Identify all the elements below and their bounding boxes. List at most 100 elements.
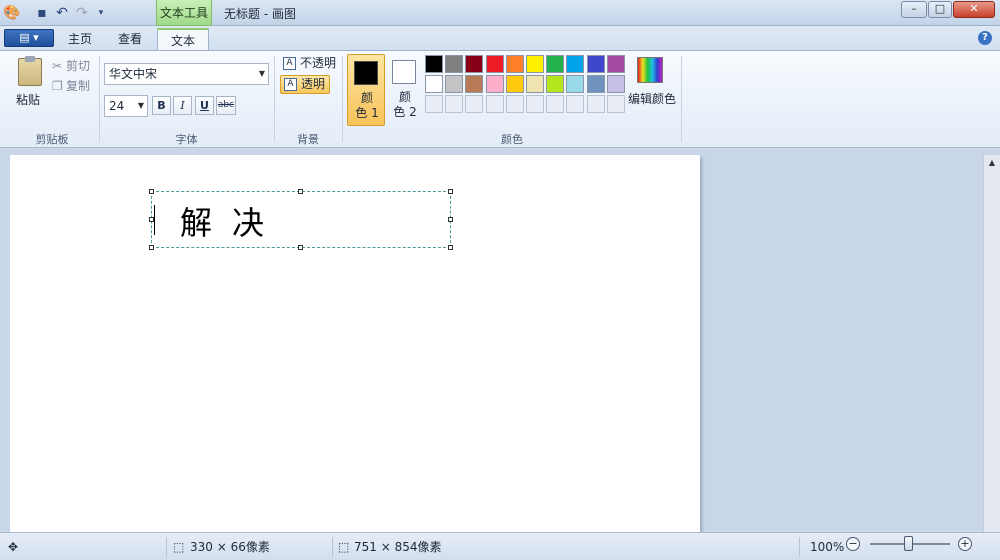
- chevron-down-icon: ▼: [258, 69, 265, 78]
- transparent-label: 透明: [301, 77, 326, 91]
- opaque-option[interactable]: A 不透明: [280, 55, 340, 74]
- palette-swatch[interactable]: [566, 75, 585, 93]
- color2-label: 颜 色 2: [393, 90, 417, 119]
- opaque-icon: A: [283, 57, 296, 70]
- zoom-level: 100%: [810, 540, 845, 554]
- palette-custom-slot[interactable]: [485, 95, 504, 113]
- palette-custom-slot[interactable]: [505, 95, 524, 113]
- opaque-label: 不透明: [300, 56, 337, 70]
- group-separator: [342, 56, 343, 142]
- resize-handle[interactable]: [448, 245, 453, 250]
- tab-text[interactable]: 文本: [157, 28, 209, 50]
- tab-home[interactable]: 主页: [58, 28, 102, 50]
- customize-icon[interactable]: ▾: [93, 5, 109, 21]
- palette-swatch[interactable]: [505, 55, 524, 73]
- underline-button[interactable]: U: [195, 96, 214, 115]
- scissors-icon: ✂: [52, 59, 63, 73]
- transparent-option[interactable]: A 透明: [280, 75, 331, 94]
- palette-custom-slot[interactable]: [526, 95, 544, 113]
- palette-swatch[interactable]: [465, 75, 484, 93]
- title-bar: [0, 0, 1000, 26]
- canvas-text[interactable]: 解决: [180, 198, 284, 244]
- palette-swatch[interactable]: [425, 75, 443, 93]
- font-size-select[interactable]: 24 ▼: [104, 95, 148, 117]
- italic-button[interactable]: I: [173, 96, 192, 115]
- save-icon[interactable]: ▪: [34, 5, 50, 21]
- zoom-out-button[interactable]: −: [846, 537, 860, 551]
- palette-custom-slot[interactable]: [606, 95, 625, 113]
- palette-swatch[interactable]: [445, 75, 464, 93]
- palette-swatch[interactable]: [485, 75, 504, 93]
- palette-swatch[interactable]: [606, 55, 625, 73]
- selection-size: 330 × 66像素: [190, 540, 270, 554]
- canvas-size: 751 × 854像素: [354, 540, 442, 554]
- palette-custom-slot[interactable]: [566, 95, 585, 113]
- font-group-label: 字体: [175, 133, 198, 146]
- color1-button[interactable]: 颜 色 1: [347, 54, 385, 126]
- chevron-down-icon: ▼: [137, 101, 144, 110]
- app-menu-button[interactable]: ▤ ▾: [4, 29, 54, 47]
- paste-icon[interactable]: [18, 56, 42, 86]
- close-button[interactable]: ✕: [953, 1, 995, 18]
- palette-swatch[interactable]: [586, 55, 605, 73]
- color2-button[interactable]: 颜 色 2: [386, 54, 424, 126]
- color1-swatch: [354, 61, 378, 85]
- resize-handle[interactable]: [149, 189, 154, 194]
- resize-handle[interactable]: [298, 245, 303, 250]
- bold-button[interactable]: B: [152, 96, 171, 115]
- zoom-in-button[interactable]: +: [958, 537, 972, 551]
- palette-swatch[interactable]: [546, 55, 565, 73]
- help-icon[interactable]: ?: [978, 31, 992, 45]
- move-cursor-icon: ✥: [8, 540, 19, 554]
- edit-colors-button[interactable]: 编辑颜色: [628, 90, 676, 107]
- palette-custom-slot[interactable]: [586, 95, 605, 113]
- color2-swatch: [392, 60, 416, 84]
- color1-label: 颜 色 1: [355, 91, 379, 120]
- palette-swatch[interactable]: [546, 75, 565, 93]
- strikethrough-button[interactable]: abc: [216, 96, 236, 115]
- background-group-label: 背景: [297, 133, 319, 146]
- palette-swatch[interactable]: [425, 55, 443, 73]
- tab-view[interactable]: 查看: [108, 28, 152, 50]
- copy-icon: ❐: [52, 79, 63, 93]
- paint-app-icon[interactable]: 🎨: [3, 5, 20, 21]
- zoom-slider-thumb[interactable]: [904, 536, 913, 551]
- palette-swatch[interactable]: [526, 75, 544, 93]
- palette-custom-slot[interactable]: [546, 95, 565, 113]
- group-separator: [274, 56, 275, 142]
- minimize-button[interactable]: –: [901, 1, 927, 18]
- maximize-button[interactable]: □: [928, 1, 952, 18]
- resize-handle[interactable]: [298, 189, 303, 194]
- scroll-up-icon[interactable]: ▲: [984, 155, 1000, 171]
- palette-swatch[interactable]: [505, 75, 524, 93]
- font-family-select[interactable]: 华文中宋 ▼: [104, 63, 269, 85]
- copy-button[interactable]: ❐ 复制: [52, 77, 90, 94]
- text-tools-contextual-tab: 文本工具: [156, 0, 212, 26]
- cut-button[interactable]: ✂ 剪切: [52, 57, 90, 74]
- vertical-scrollbar[interactable]: ▲: [983, 155, 1000, 532]
- resize-handle[interactable]: [448, 217, 453, 222]
- edit-colors-icon[interactable]: [637, 57, 663, 83]
- palette-custom-slot[interactable]: [425, 95, 443, 113]
- palette-swatch[interactable]: [526, 55, 544, 73]
- redo-icon[interactable]: ↷: [74, 5, 90, 21]
- group-separator: [681, 56, 682, 142]
- text-caret: [154, 205, 155, 235]
- transparent-icon: A: [284, 78, 297, 91]
- palette-swatch[interactable]: [606, 75, 625, 93]
- resize-handle[interactable]: [448, 189, 453, 194]
- undo-icon[interactable]: ↶: [54, 5, 70, 21]
- selection-size-icon: ⬚: [173, 540, 185, 554]
- palette-swatch[interactable]: [485, 55, 504, 73]
- palette-custom-slot[interactable]: [445, 95, 464, 113]
- resize-handle[interactable]: [149, 245, 154, 250]
- palette-custom-slot[interactable]: [465, 95, 484, 113]
- font-family-value: 华文中宋: [109, 67, 158, 81]
- paste-button[interactable]: 粘贴: [16, 91, 40, 108]
- palette-swatch[interactable]: [586, 75, 605, 93]
- cut-label: 剪切: [66, 59, 91, 73]
- palette-swatch[interactable]: [566, 55, 585, 73]
- palette-swatch[interactable]: [445, 55, 464, 73]
- palette-swatch[interactable]: [465, 55, 484, 73]
- window-title: 无标题 - 画图: [224, 7, 296, 21]
